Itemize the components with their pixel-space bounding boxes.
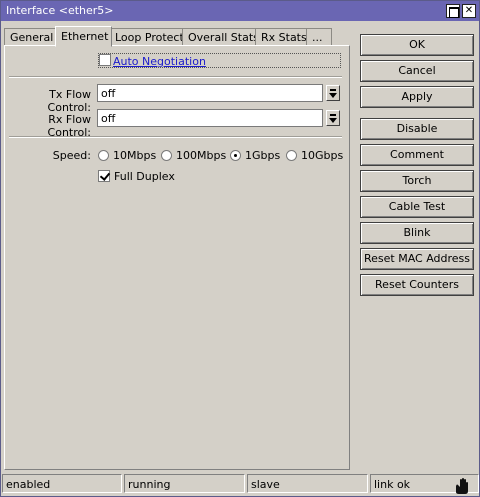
- separator: [9, 136, 342, 138]
- speed-1gbps-label[interactable]: 1Gbps: [245, 149, 280, 162]
- status-slave: slave: [247, 474, 368, 493]
- speed-10gbps-label[interactable]: 10Gbps: [301, 149, 343, 162]
- ok-button[interactable]: OK: [360, 34, 474, 56]
- close-icon[interactable]: ✕: [462, 4, 476, 18]
- speed-1gbps-radio[interactable]: [230, 150, 241, 161]
- maximize-icon[interactable]: [446, 4, 460, 18]
- tx-flow-control-select[interactable]: off: [97, 84, 323, 102]
- cable-test-button[interactable]: Cable Test: [360, 196, 474, 218]
- status-bar: enabled running slave link ok: [2, 474, 479, 494]
- tab-general[interactable]: General: [4, 28, 60, 46]
- tab-ethernet[interactable]: Ethernet: [55, 26, 112, 47]
- interface-window: Interface <ether5> ✕ General Ethernet Lo…: [0, 0, 480, 497]
- reset-counters-button[interactable]: Reset Counters: [360, 274, 474, 296]
- blink-button[interactable]: Blink: [360, 222, 474, 244]
- separator: [9, 76, 342, 78]
- torch-button[interactable]: Torch: [360, 170, 474, 192]
- tab-more[interactable]: ...: [306, 28, 332, 46]
- tab-overall-stats[interactable]: Overall Stats: [182, 28, 265, 46]
- auto-negotiation-label[interactable]: Auto Negotiation: [113, 55, 206, 68]
- full-duplex-label[interactable]: Full Duplex: [114, 170, 175, 183]
- cancel-button[interactable]: Cancel: [360, 60, 474, 82]
- tab-loop-protect[interactable]: Loop Protect: [109, 28, 190, 46]
- resize-grip-icon[interactable]: [453, 477, 471, 495]
- reset-mac-address-button[interactable]: Reset MAC Address: [360, 248, 474, 270]
- speed-100mbps-radio[interactable]: [161, 150, 172, 161]
- tab-rx-stats[interactable]: Rx Stats: [255, 28, 313, 46]
- auto-negotiation-row[interactable]: Auto Negotiation: [98, 53, 341, 68]
- tx-flow-control-label: Tx Flow Control:: [47, 88, 91, 114]
- auto-negotiation-checkbox[interactable]: [99, 54, 111, 66]
- speed-10mbps-label[interactable]: 10Mbps: [113, 149, 156, 162]
- apply-button[interactable]: Apply: [360, 86, 474, 108]
- rx-flow-control-value: off: [101, 112, 116, 125]
- title-bar[interactable]: Interface <ether5> ✕: [1, 1, 479, 21]
- rx-flow-control-dropdown-icon[interactable]: [326, 110, 340, 126]
- status-running: running: [124, 474, 245, 493]
- speed-100mbps-label[interactable]: 100Mbps: [176, 149, 226, 162]
- comment-button[interactable]: Comment: [360, 144, 474, 166]
- status-enabled: enabled: [2, 474, 122, 493]
- speed-10gbps-radio[interactable]: [286, 150, 297, 161]
- window-title: Interface <ether5>: [6, 4, 114, 17]
- speed-10mbps-radio[interactable]: [98, 150, 109, 161]
- tx-flow-control-value: off: [101, 87, 116, 100]
- full-duplex-checkbox[interactable]: [98, 170, 110, 182]
- disable-button[interactable]: Disable: [360, 118, 474, 140]
- speed-label: Speed:: [52, 149, 91, 162]
- tx-flow-control-dropdown-icon[interactable]: [326, 85, 340, 101]
- rx-flow-control-select[interactable]: off: [97, 109, 323, 127]
